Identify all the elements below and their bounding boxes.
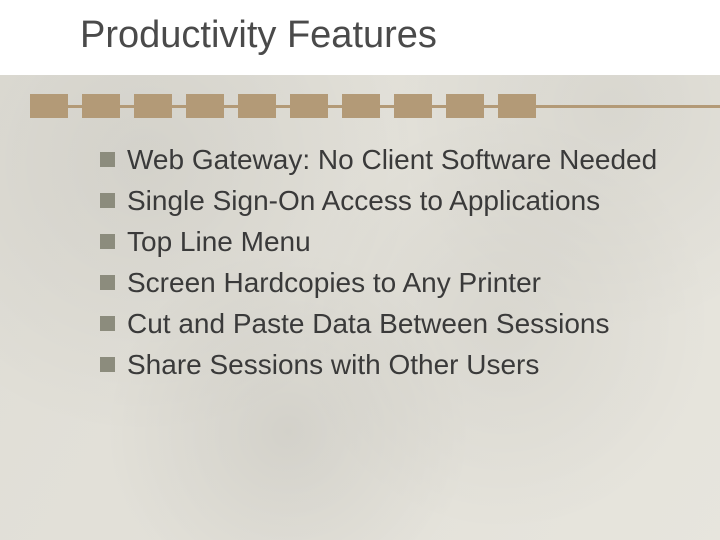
list-item: Single Sign-On Access to Applications — [100, 183, 680, 218]
slide-title: Productivity Features — [80, 14, 720, 57]
list-item: Cut and Paste Data Between Sessions — [100, 306, 680, 341]
divider — [0, 94, 720, 122]
square-bullet-icon — [100, 152, 115, 167]
divider-blocks — [30, 94, 536, 118]
square-bullet-icon — [100, 357, 115, 372]
list-item: Screen Hardcopies to Any Printer — [100, 265, 680, 300]
list-item-text: Cut and Paste Data Between Sessions — [127, 306, 680, 341]
slide: Productivity Features Web Gateway: No Cl… — [0, 0, 720, 540]
list-item: Top Line Menu — [100, 224, 680, 259]
square-bullet-icon — [100, 275, 115, 290]
list-item: Share Sessions with Other Users — [100, 347, 680, 382]
list-item-text: Screen Hardcopies to Any Printer — [127, 265, 680, 300]
square-bullet-icon — [100, 193, 115, 208]
title-area: Productivity Features — [0, 0, 720, 75]
list-item-text: Single Sign-On Access to Applications — [127, 183, 680, 218]
square-bullet-icon — [100, 234, 115, 249]
list-item: Web Gateway: No Client Software Needed — [100, 142, 680, 177]
square-bullet-icon — [100, 316, 115, 331]
list-item-text: Share Sessions with Other Users — [127, 347, 680, 382]
list-item-text: Top Line Menu — [127, 224, 680, 259]
list-item-text: Web Gateway: No Client Software Needed — [127, 142, 680, 177]
body-text: Web Gateway: No Client Software Needed S… — [100, 142, 680, 540]
